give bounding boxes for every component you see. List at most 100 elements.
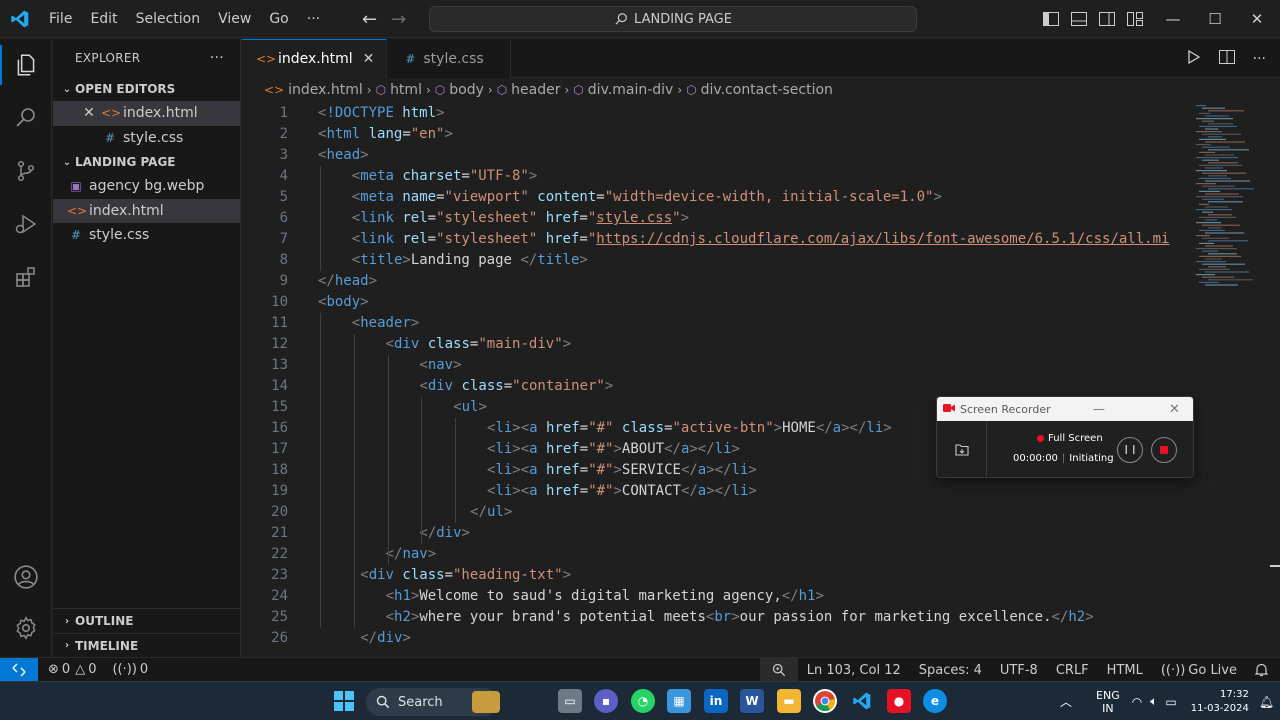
search-icon[interactable] (0, 94, 52, 142)
recording-mode[interactable]: Full Screen (1037, 433, 1103, 444)
breadcrumb-item[interactable]: div.main-div (588, 82, 674, 98)
task-view-icon[interactable]: ▭ (558, 689, 582, 713)
menu-selection[interactable]: Selection (127, 0, 210, 38)
code-editor[interactable]: 1 <!DOCTYPE html> 2 <html lang="en"> 3 <head>… (242, 103, 1192, 657)
notification-bell-icon[interactable]: 🔔︎ (1259, 695, 1274, 709)
cursor-position[interactable]: Ln 103, Col 12 (798, 663, 910, 678)
back-arrow-icon[interactable]: ← (362, 9, 377, 30)
maximize-button[interactable]: ☐ (1194, 0, 1236, 38)
close-button[interactable]: ✕ (1236, 0, 1278, 38)
forward-arrow-icon[interactable]: → (391, 9, 406, 30)
wifi-icon[interactable]: ◠ (1132, 695, 1142, 709)
toggle-panel-icon[interactable] (1070, 11, 1088, 27)
breadcrumb-item[interactable]: body (449, 82, 484, 98)
breadcrumb-item[interactable]: div.contact-section (701, 82, 833, 98)
timeline-section[interactable]: › TIMELINE (53, 633, 241, 657)
minimize-button[interactable]: — (1152, 0, 1194, 38)
menu-view[interactable]: View (209, 0, 260, 38)
tab-close-icon[interactable]: ✕ (363, 51, 375, 67)
line-ending[interactable]: CRLF (1047, 663, 1098, 678)
code-line[interactable]: 20 </ul> (242, 502, 1192, 523)
code-line[interactable]: 9 </head> (242, 271, 1192, 292)
linkedin-icon[interactable]: in (704, 689, 728, 713)
language-mode[interactable]: HTML (1098, 663, 1152, 678)
command-center[interactable]: LANDING PAGE (429, 6, 917, 32)
code-line[interactable]: 26 </div> (242, 628, 1192, 649)
code-line[interactable]: 5 <meta name="viewport" content="width=de… (242, 187, 1192, 208)
code-line[interactable]: 1 <!DOCTYPE html> (242, 103, 1192, 124)
code-line[interactable]: 21 </div> (242, 523, 1192, 544)
go-live-button[interactable]: ((·)) Go Live (1152, 663, 1246, 678)
indentation[interactable]: Spaces: 4 (910, 663, 991, 678)
source-control-icon[interactable] (0, 147, 52, 195)
vertical-scrollbar[interactable] (1270, 103, 1280, 657)
breadcrumb-item[interactable]: html (390, 82, 422, 98)
code-line[interactable]: 4 <meta charset="UTF-8"> (242, 166, 1192, 187)
open-editor-item-style-css[interactable]: # style.css (53, 126, 240, 151)
explorer-files-icon[interactable] (0, 41, 52, 89)
close-icon[interactable]: ✕ (81, 105, 97, 121)
code-line[interactable]: 12 <div class="main-div"> (242, 334, 1192, 355)
volume-icon[interactable]: 🔈︎ (1150, 694, 1157, 709)
code-line[interactable]: 14 <div class="container"> (242, 376, 1192, 397)
settings-gear-icon[interactable] (0, 604, 52, 652)
open-editors-section[interactable]: ⌄ OPEN EDITORS (53, 77, 240, 101)
windows-start-icon[interactable] (332, 689, 356, 713)
code-line[interactable]: 11 <header> (242, 313, 1192, 334)
word-icon[interactable]: W (740, 689, 764, 713)
run-debug-icon[interactable] (0, 200, 52, 248)
account-icon[interactable] (0, 553, 52, 601)
chrome-icon[interactable] (813, 689, 837, 713)
tab-style-css[interactable]: # style.css (387, 39, 512, 78)
code-line[interactable]: 10 <body> (242, 292, 1192, 313)
project-folder-section[interactable]: ⌄ LANDING PAGE (53, 150, 240, 174)
recorder-close-button[interactable]: ✕ (1169, 397, 1180, 421)
chat-icon[interactable]: ▪ (594, 689, 618, 713)
problems-indicator[interactable]: ⊗ 0 △ 0 (48, 662, 96, 677)
breadcrumb-item[interactable]: index.html (288, 82, 363, 98)
remote-indicator-icon[interactable] (0, 657, 38, 682)
more-actions-icon[interactable]: ··· (1253, 51, 1266, 67)
recorder-minimize-button[interactable]: — (1093, 397, 1105, 421)
zoom-icon[interactable] (759, 658, 798, 682)
menu-go[interactable]: Go (260, 0, 297, 38)
ports-indicator[interactable]: ((·)) 0 (112, 662, 148, 677)
toggle-primary-sidebar-icon[interactable] (1042, 11, 1060, 27)
clock[interactable]: 17:32 11-03-2024 (1191, 688, 1249, 716)
toggle-secondary-sidebar-icon[interactable] (1098, 11, 1116, 27)
folder-icon[interactable] (937, 421, 987, 477)
split-editor-icon[interactable] (1218, 49, 1235, 68)
pause-button[interactable]: ❙❙ (1117, 437, 1143, 463)
taskbar-search[interactable]: Search (366, 688, 500, 716)
code-line[interactable]: 6 <link rel="stylesheet" href="style.css"… (242, 208, 1192, 229)
code-line[interactable]: 22 </nav> (242, 544, 1192, 565)
extensions-icon[interactable] (0, 253, 52, 301)
file-item-style-css[interactable]: # style.css (53, 223, 240, 248)
open-editor-item-index-html[interactable]: ✕ <> index.html (53, 101, 240, 126)
code-line[interactable]: 23 <div class="heading-txt"> (242, 565, 1192, 586)
breadcrumb-item[interactable]: header (511, 82, 560, 98)
code-line[interactable]: 13 <nav> (242, 355, 1192, 376)
menu-more[interactable]: ··· (298, 0, 329, 38)
menu-edit[interactable]: Edit (81, 0, 126, 38)
tab-index-html[interactable]: <> index.html ✕ (242, 39, 388, 78)
minimap[interactable] (1192, 103, 1270, 657)
code-line[interactable]: 24 <h1>Welcome to saud's digital marketin… (242, 586, 1192, 607)
code-line[interactable]: 8 <title>Landing page </title> (242, 250, 1192, 271)
battery-icon[interactable]: ▭ (1165, 695, 1176, 709)
vscode-taskbar-icon[interactable] (850, 689, 874, 713)
file-explorer-icon[interactable]: ▬ (777, 689, 801, 713)
file-item-agency-bg[interactable]: ▣ agency bg.webp (53, 174, 240, 199)
stop-button[interactable] (1151, 437, 1177, 463)
code-line[interactable]: 7 <link rel="stylesheet" href="https://cd… (242, 229, 1192, 250)
encoding[interactable]: UTF-8 (991, 663, 1047, 678)
notifications-bell-icon[interactable] (1246, 663, 1280, 677)
chevron-up-icon[interactable]: ︿ (1060, 693, 1072, 710)
customize-layout-icon[interactable] (1126, 11, 1144, 27)
code-line[interactable]: 2 <html lang="en"> (242, 124, 1192, 145)
store-icon[interactable]: ▦ (667, 689, 691, 713)
explorer-more-button[interactable]: ··· (210, 50, 224, 66)
run-play-icon[interactable] (1187, 49, 1201, 68)
code-line[interactable]: 25 <h2>where your brand's potential meets… (242, 607, 1192, 628)
language-indicator[interactable]: ENG IN (1096, 689, 1120, 715)
